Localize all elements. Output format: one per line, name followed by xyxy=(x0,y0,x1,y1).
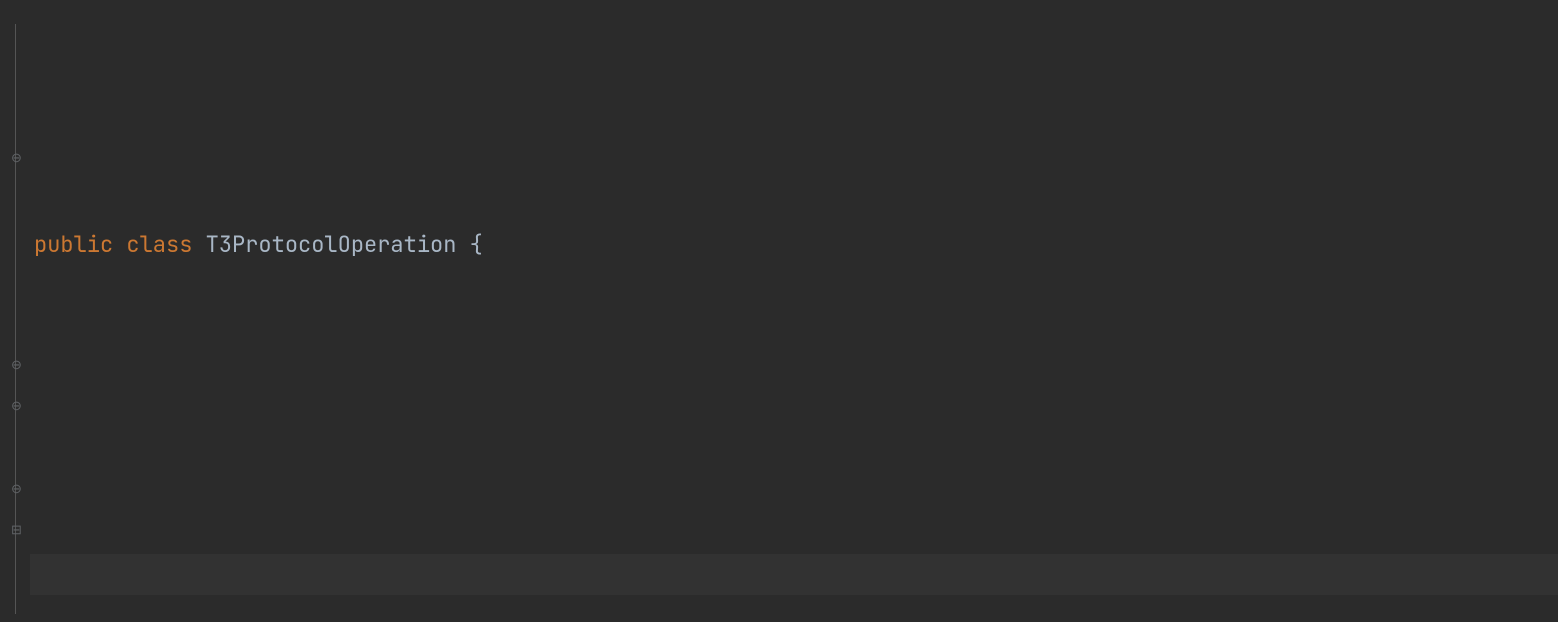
fold-icon[interactable]: ⊖ xyxy=(11,360,21,370)
code-editor[interactable]: ⊖ ⊖ ⊖ ⊖ ⊟ public class T3ProtocolOperati… xyxy=(0,0,1558,622)
code-line[interactable] xyxy=(34,514,1558,555)
code-line[interactable]: public class T3ProtocolOperation { xyxy=(34,224,1558,265)
gutter: ⊖ ⊖ ⊖ ⊖ ⊟ xyxy=(0,0,30,622)
fold-icon[interactable]: ⊖ xyxy=(11,484,21,494)
fold-icon[interactable]: ⊟ xyxy=(11,525,21,535)
fold-icon[interactable]: ⊖ xyxy=(11,401,21,411)
code-line[interactable] xyxy=(34,390,1558,431)
fold-icon[interactable]: ⊖ xyxy=(11,153,21,163)
code-area[interactable]: public class T3ProtocolOperation { publi… xyxy=(30,0,1558,622)
